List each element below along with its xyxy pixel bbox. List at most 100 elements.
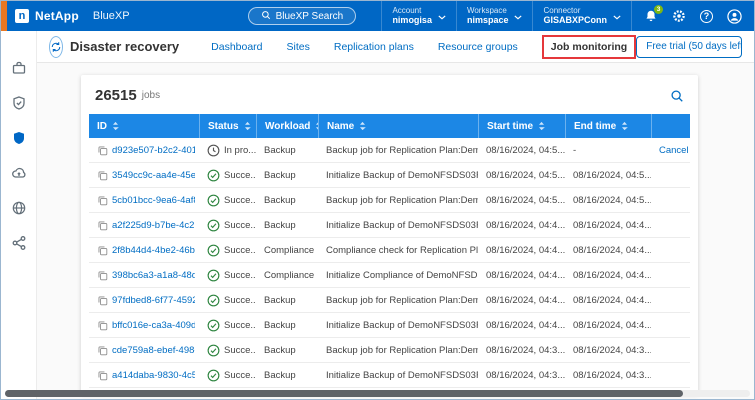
job-workload: Backup	[256, 320, 318, 331]
job-status-cell: Succe...	[199, 244, 256, 257]
copy-icon[interactable]	[97, 345, 108, 356]
bluexp-search-button[interactable]: BlueXP Search	[248, 7, 357, 25]
copy-icon[interactable]	[97, 270, 108, 281]
shield-check-icon[interactable]	[8, 92, 30, 114]
table-row: 97fdbed8-6f77-4592Succe...BackupBackup j…	[89, 288, 690, 313]
job-id[interactable]: 2f8b44d4-4be2-46b	[112, 245, 195, 256]
job-status-cell: Succe...	[199, 369, 256, 382]
job-id-cell[interactable]: d923e507-b2c2-401	[89, 145, 199, 156]
job-start-time: 08/16/2024, 04:5...	[478, 195, 565, 206]
copy-icon[interactable]	[97, 320, 108, 331]
job-id[interactable]: bffc016e-ca3a-409d	[112, 320, 195, 331]
disaster-recovery-icon	[49, 36, 63, 58]
job-id[interactable]: 5cb01bcc-9ea6-4af8	[112, 195, 195, 206]
column-header-name[interactable]: Name	[318, 114, 478, 138]
sort-icon[interactable]	[621, 121, 628, 131]
job-status: Succe...	[224, 270, 256, 281]
job-id-cell[interactable]: bffc016e-ca3a-409d	[89, 320, 199, 331]
cancel-job-link[interactable]: Cancel job?	[659, 145, 690, 156]
job-status: Succe...	[224, 320, 256, 331]
column-header-workload[interactable]: Workload	[256, 114, 318, 138]
job-id[interactable]: cde759a8-ebef-498-	[112, 345, 195, 356]
job-id-cell[interactable]: 3549cc9c-aa4e-45e	[89, 170, 199, 181]
workspace-selector[interactable]: Workspace nimspace	[456, 1, 533, 31]
job-name: Backup job for Replication Plan:DemoNF..…	[318, 145, 478, 156]
page-title: Disaster recovery	[70, 39, 179, 54]
sort-icon[interactable]	[359, 121, 366, 131]
job-status: Succe...	[224, 370, 256, 381]
job-status-cell: Succe...	[199, 344, 256, 357]
tab-dashboard[interactable]: Dashboard	[211, 41, 262, 53]
column-label: Start time	[487, 121, 533, 132]
copy-icon[interactable]	[97, 295, 108, 306]
shield-filled-icon[interactable]	[8, 127, 30, 149]
chevron-down-icon	[613, 7, 621, 25]
account-selector[interactable]: Account nimogisa	[381, 1, 456, 31]
settings-gear-icon[interactable]	[672, 9, 686, 23]
job-id-cell[interactable]: 97fdbed8-6f77-4592	[89, 295, 199, 306]
notifications-bell-icon[interactable]: 3	[644, 9, 658, 23]
tab-sites[interactable]: Sites	[287, 41, 310, 53]
column-header-id[interactable]: ID	[89, 114, 199, 138]
job-workload: Compliance	[256, 245, 318, 256]
globe-icon[interactable]	[8, 197, 30, 219]
brand: n NetApp BlueXP	[15, 9, 130, 23]
copy-icon[interactable]	[97, 195, 108, 206]
connector-selector[interactable]: Connector GISABXPConn	[532, 1, 631, 31]
job-id[interactable]: 3549cc9c-aa4e-45e	[112, 170, 195, 181]
copy-icon[interactable]	[97, 220, 108, 231]
briefcase-icon[interactable]	[8, 57, 30, 79]
job-start-time: 08/16/2024, 04:4...	[478, 320, 565, 331]
table-row: cde759a8-ebef-498-Succe...BackupBackup j…	[89, 338, 690, 363]
horizontal-scrollbar-track[interactable]	[5, 390, 750, 397]
job-id[interactable]: 97fdbed8-6f77-4592	[112, 295, 195, 306]
tab-replication-plans[interactable]: Replication plans	[334, 41, 414, 53]
connector-label: Connector	[543, 6, 607, 15]
tab-job-monitoring[interactable]: Job monitoring	[551, 41, 627, 53]
job-id-cell[interactable]: a2f225d9-b7be-4c2...	[89, 220, 199, 231]
job-id[interactable]: d923e507-b2c2-401	[112, 145, 195, 156]
copy-icon[interactable]	[97, 370, 108, 381]
column-header-start-time[interactable]: Start time	[478, 114, 565, 138]
column-header-status[interactable]: Status	[199, 114, 256, 138]
job-id-cell[interactable]: cde759a8-ebef-498-	[89, 345, 199, 356]
column-label: End time	[574, 121, 616, 132]
job-action-cell: Cancel job?	[651, 145, 690, 156]
disaster-recovery-subnav: Disaster recovery Dashboard Sites Replic…	[37, 31, 754, 63]
job-name: Compliance check for Replication Plan: D…	[318, 245, 478, 256]
job-id[interactable]: a2f225d9-b7be-4c2...	[112, 220, 195, 231]
copy-icon[interactable]	[97, 170, 108, 181]
job-end-time: 08/16/2024, 04:4...	[565, 295, 651, 306]
workspace-label: Workspace	[467, 6, 509, 15]
share-network-icon[interactable]	[8, 232, 30, 254]
user-avatar-icon[interactable]	[727, 9, 742, 24]
job-workload: Backup	[256, 195, 318, 206]
job-start-time: 08/16/2024, 04:5...	[478, 170, 565, 181]
job-end-time: 08/16/2024, 04:4...	[565, 220, 651, 231]
job-id-cell[interactable]: a414daba-9830-4c5	[89, 370, 199, 381]
cloud-icon[interactable]	[8, 162, 30, 184]
copy-icon[interactable]	[97, 245, 108, 256]
job-end-time: 08/16/2024, 04:5...	[565, 170, 651, 181]
copy-icon[interactable]	[97, 145, 108, 156]
job-workload: Backup	[256, 345, 318, 356]
tab-resource-groups[interactable]: Resource groups	[438, 41, 518, 53]
table-search-icon[interactable]	[670, 89, 684, 103]
horizontal-scrollbar-thumb[interactable]	[5, 390, 683, 397]
help-icon[interactable]: ?	[700, 10, 713, 23]
job-end-time: 08/16/2024, 04:3...	[565, 345, 651, 356]
job-workload: Backup	[256, 170, 318, 181]
free-trial-label[interactable]: Free trial (50 days left) - View details	[637, 37, 742, 57]
column-label: Status	[208, 121, 239, 132]
job-id-cell[interactable]: 398bc6a3-a1a8-48d	[89, 270, 199, 281]
job-id[interactable]: a414daba-9830-4c5	[112, 370, 195, 381]
sort-icon[interactable]	[112, 121, 119, 131]
job-id[interactable]: 398bc6a3-a1a8-48d	[112, 270, 195, 281]
column-header-end-time[interactable]: End time	[565, 114, 651, 138]
job-id-cell[interactable]: 5cb01bcc-9ea6-4af8	[89, 195, 199, 206]
sort-icon[interactable]	[244, 121, 251, 131]
job-id-cell[interactable]: 2f8b44d4-4be2-46b	[89, 245, 199, 256]
sort-icon[interactable]	[538, 121, 545, 131]
job-status-cell: Succe...	[199, 194, 256, 207]
jobs-table-body: d923e507-b2c2-401In pro...BackupBackup j…	[89, 138, 690, 388]
